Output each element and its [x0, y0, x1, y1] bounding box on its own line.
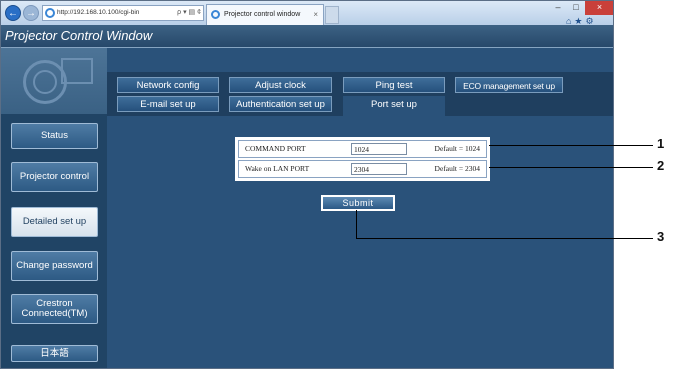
- callout-number-3: 3: [657, 229, 665, 244]
- callout-line-3: [356, 238, 653, 239]
- logo-inner-circle-graphic: [33, 70, 57, 94]
- command-port-label: COMMAND PORT: [245, 144, 306, 153]
- command-port-default: Default = 1024: [434, 144, 480, 153]
- callout-line-2: [489, 167, 653, 168]
- browser-window: ← → http://192.168.10.100/cgi-bin ρ ▾ ▤ …: [0, 0, 614, 369]
- tab-adjust-clock[interactable]: Adjust clock: [229, 77, 332, 93]
- tab-ping-test[interactable]: Ping test: [343, 77, 445, 93]
- maximize-button[interactable]: □: [567, 1, 585, 15]
- logo-rect-graphic: [61, 58, 93, 84]
- sidebar-detailed-setup-button[interactable]: Detailed set up: [11, 207, 98, 237]
- tab-authentication-setup[interactable]: Authentication set up: [229, 96, 332, 112]
- tab-email-setup[interactable]: E-mail set up: [117, 96, 219, 112]
- ie-icon: [45, 8, 55, 18]
- wol-port-row: Wake on LAN PORT Default = 2304: [238, 160, 487, 178]
- submit-button[interactable]: Submit: [321, 195, 395, 211]
- tab-close-icon[interactable]: ×: [313, 5, 318, 25]
- wol-port-input[interactable]: [351, 163, 407, 175]
- window-close-button[interactable]: ×: [585, 1, 613, 15]
- browser-titlebar: ← → http://192.168.10.100/cgi-bin ρ ▾ ▤ …: [1, 1, 613, 26]
- callout-number-2: 2: [657, 158, 665, 173]
- main-content: Network config Adjust clock Ping test EC…: [107, 48, 613, 368]
- logo-area: [1, 48, 107, 114]
- sidebar: Status Projector control Detailed set up…: [1, 48, 107, 368]
- minimize-button[interactable]: –: [549, 1, 567, 15]
- submit-button-label: Submit: [323, 197, 393, 209]
- callout-line-3-vertical: [356, 210, 357, 238]
- callout-line-1: [489, 145, 653, 146]
- sidebar-status-button[interactable]: Status: [11, 123, 98, 149]
- address-bar[interactable]: http://192.168.10.100/cgi-bin ρ ▾ ▤ ¢: [42, 5, 204, 21]
- wol-port-default: Default = 2304: [434, 164, 480, 173]
- page-title: Projector Control Window: [1, 25, 613, 47]
- address-url: http://192.168.10.100/cgi-bin: [57, 9, 140, 16]
- sidebar-projector-control-button[interactable]: Projector control: [11, 162, 98, 192]
- command-port-input[interactable]: [351, 143, 407, 155]
- sidebar-japanese-button[interactable]: 日本語: [11, 345, 98, 362]
- tab-port-setup[interactable]: Port set up: [343, 96, 445, 118]
- new-tab-button[interactable]: [325, 6, 339, 24]
- browser-tab[interactable]: Projector control window ×: [206, 4, 324, 25]
- callout-number-1: 1: [657, 136, 665, 151]
- back-button[interactable]: ←: [5, 5, 21, 21]
- tab-eco-management[interactable]: ECO management set up: [455, 77, 563, 93]
- forward-button[interactable]: →: [23, 5, 39, 21]
- address-tools-icons[interactable]: ρ ▾ ▤ ¢: [177, 6, 201, 20]
- sidebar-crestron-button[interactable]: Crestron Connected(TM): [11, 294, 98, 324]
- browser-tab-title: Projector control window: [224, 11, 301, 18]
- port-settings-panel: COMMAND PORT Default = 1024 Wake on LAN …: [235, 137, 490, 181]
- wol-port-label: Wake on LAN PORT: [245, 164, 310, 173]
- ie-tab-icon: [211, 10, 220, 19]
- command-port-row: COMMAND PORT Default = 1024: [238, 140, 487, 158]
- sidebar-change-password-button[interactable]: Change password: [11, 251, 98, 281]
- menu-tabbar: Network config Adjust clock Ping test EC…: [107, 72, 613, 118]
- tab-network-config[interactable]: Network config: [117, 77, 219, 93]
